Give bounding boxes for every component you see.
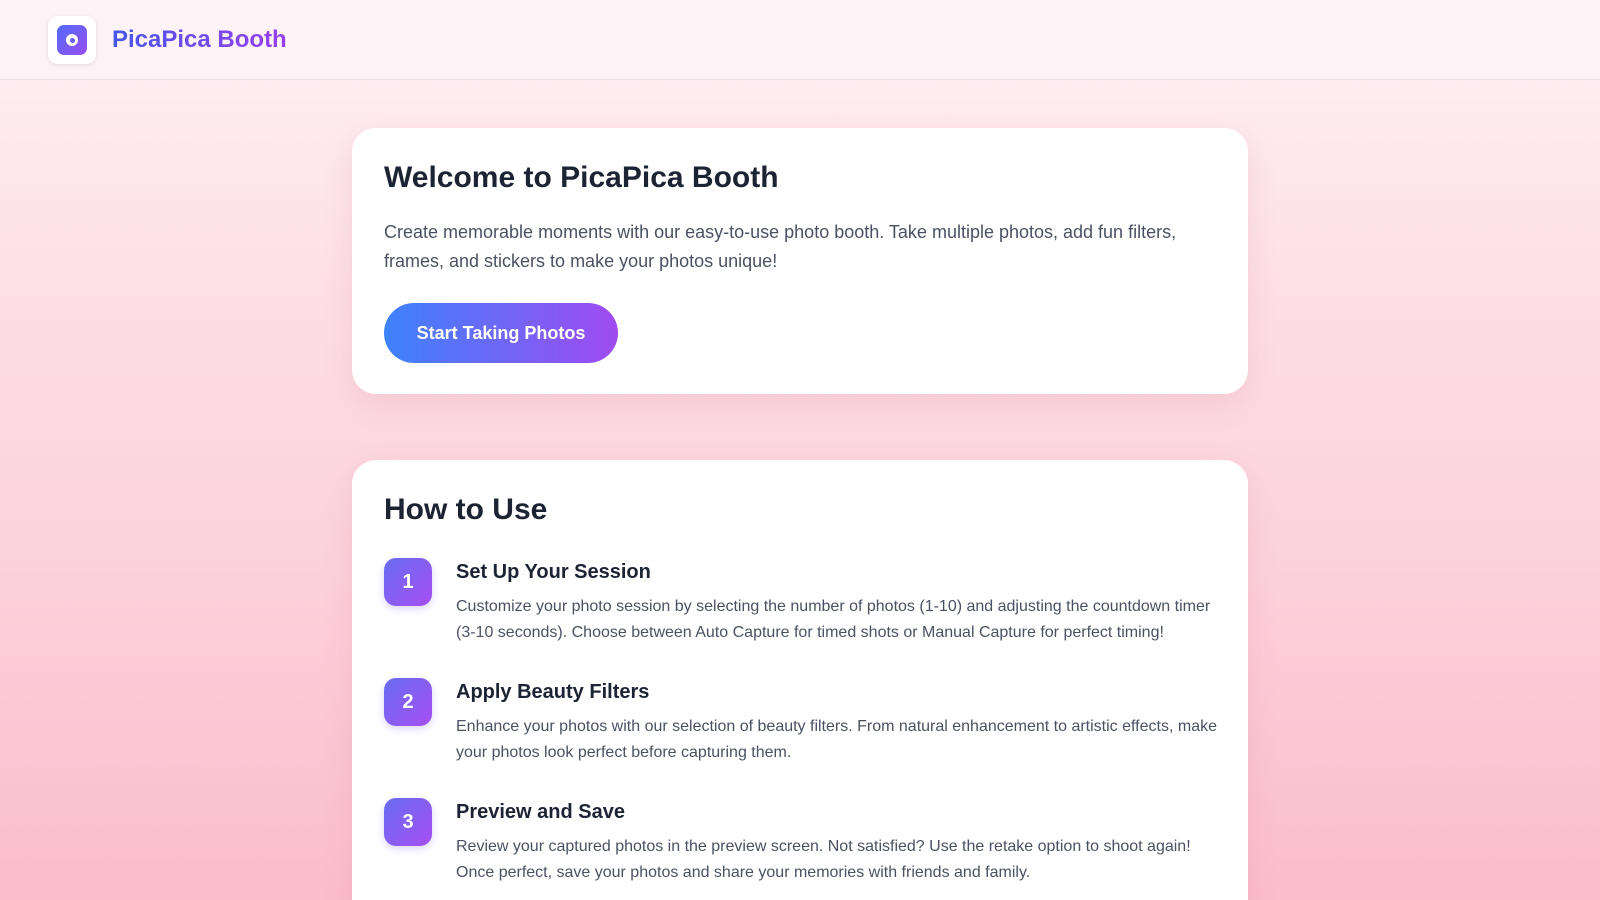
step-number-badge: 1 [384,558,432,606]
step-description: Enhance your photos with our selection o… [456,718,1217,761]
app-logo[interactable] [48,16,96,64]
start-taking-photos-button[interactable]: Start Taking Photos [384,303,618,363]
how-to-use-title: How to Use [384,493,548,526]
step-title: Apply Beauty Filters [456,681,650,703]
step-description: Review your captured photos in the previ… [456,838,1191,881]
step-title: Preview and Save [456,801,625,823]
step-number-badge: 3 [384,798,432,846]
step-description: Customize your photo session by selectin… [456,598,1211,641]
how-to-use-card: How to Use 1 Set Up Your Session Customi… [352,460,1248,900]
step-title: Set Up Your Session [456,561,651,583]
step-number-badge: 2 [384,678,432,726]
welcome-description: Create memorable moments with our easy-t… [384,222,1177,271]
top-header: PicaPica Booth [0,0,1600,80]
app-title[interactable]: PicaPica Booth [112,24,287,56]
camera-lens-icon [57,25,87,55]
welcome-card: Welcome to PicaPica Booth Create memorab… [352,128,1248,394]
welcome-title: Welcome to PicaPica Booth [384,161,779,194]
